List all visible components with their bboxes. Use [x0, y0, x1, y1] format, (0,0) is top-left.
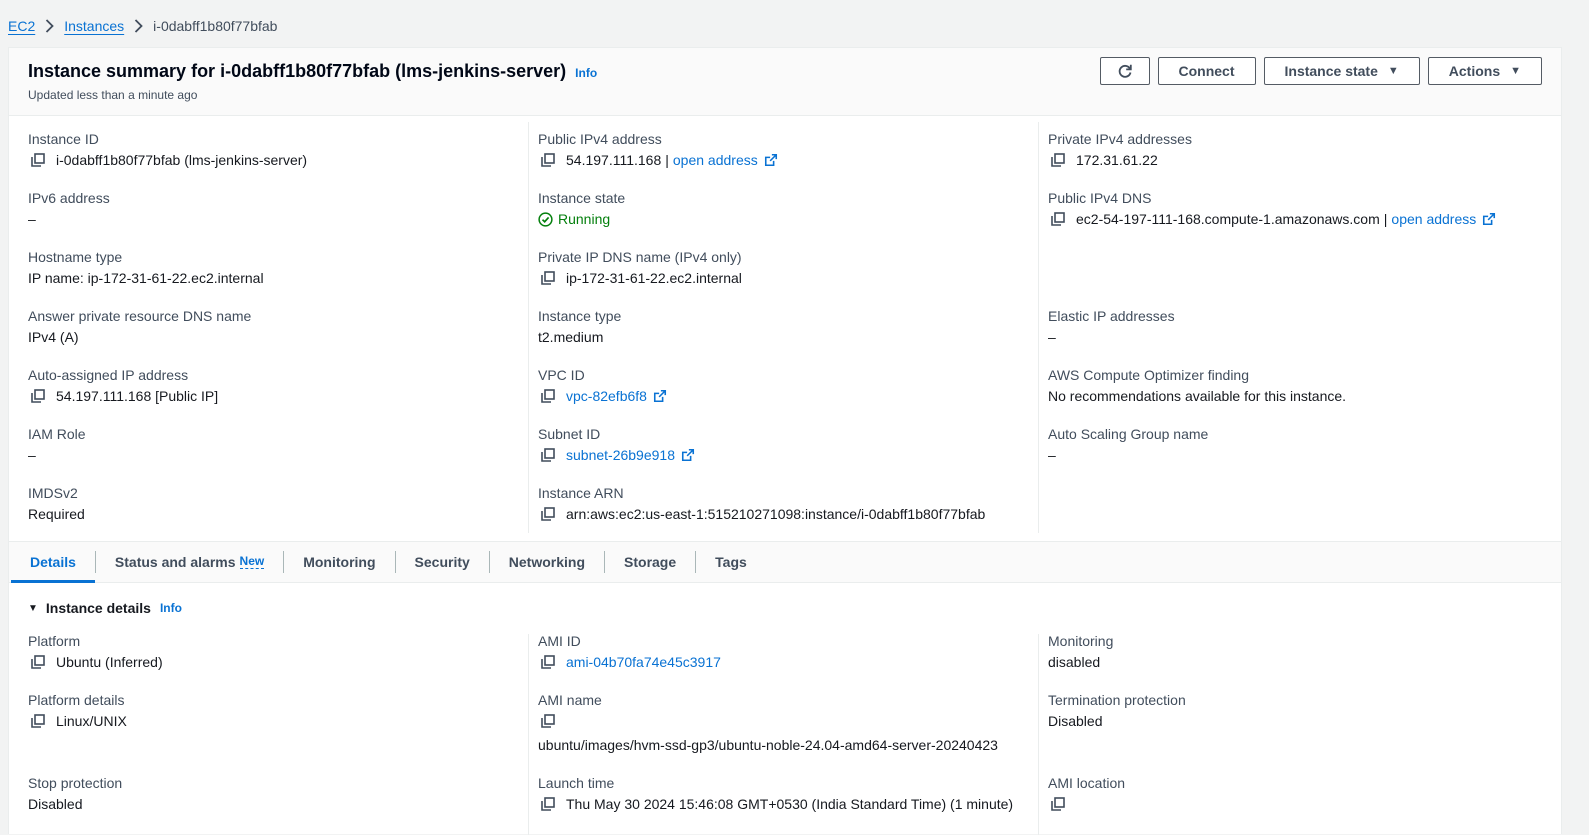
field-launch-time: Launch time Thu May 30 2024 15:46:08 GMT… [538, 775, 1014, 812]
open-address-link[interactable]: open address [1391, 211, 1476, 227]
field-ami-id: AMI ID ami-04b70fa74e45c3917 [538, 633, 721, 670]
field-instance-state: Instance state Running [538, 190, 626, 227]
column-divider [528, 122, 529, 533]
copy-icon[interactable] [1050, 796, 1066, 812]
field-optimizer: AWS Compute Optimizer finding No recomme… [1048, 367, 1347, 404]
copy-icon[interactable] [540, 713, 556, 729]
instance-state-label: Instance state [1284, 63, 1378, 79]
field-iam-role: IAM Role – [28, 426, 86, 463]
connect-label: Connect [1178, 63, 1235, 79]
copy-icon[interactable] [540, 796, 556, 812]
column-divider [528, 634, 529, 835]
tab-tags[interactable]: Tags [696, 542, 766, 582]
caret-down-icon: ▼ [28, 602, 38, 614]
breadcrumb-instances-link[interactable]: Instances [64, 18, 124, 34]
copy-icon[interactable] [540, 654, 556, 670]
copy-icon[interactable] [540, 506, 556, 522]
refresh-icon [1118, 64, 1132, 78]
actions-button[interactable]: Actions ▼ [1427, 57, 1542, 85]
detail-tabs: Details Status and alarms New Monitoring … [9, 541, 1561, 583]
field-elastic-ip: Elastic IP addresses – [1048, 308, 1175, 345]
updated-status: Updated less than a minute ago [28, 88, 198, 102]
column-divider [1038, 634, 1039, 835]
field-ami-name: AMI name ubuntu/images/hvm-ssd-gp3/ubunt… [538, 692, 998, 753]
summary-header: Instance summary for i-0dabff1b80f77bfab… [9, 48, 1561, 116]
field-instance-arn: Instance ARN arn:aws:ec2:us-east-1:51521… [538, 485, 986, 522]
copy-icon[interactable] [1050, 152, 1066, 168]
open-address-link[interactable]: open address [673, 152, 758, 168]
field-private-ipv4: Private IPv4 addresses 172.31.61.22 [1048, 131, 1192, 168]
tab-networking[interactable]: Networking [490, 542, 604, 582]
header-actions: Connect Instance state ▼ Actions ▼ [1099, 57, 1542, 85]
field-platform: Platform Ubuntu (Inferred) [28, 633, 163, 670]
tab-monitoring[interactable]: Monitoring [284, 542, 394, 582]
copy-icon[interactable] [540, 388, 556, 404]
breadcrumb: EC2 Instances i-0dabff1b80f77bfab [8, 16, 277, 36]
connect-button[interactable]: Connect [1157, 57, 1256, 85]
copy-icon[interactable] [1050, 211, 1066, 227]
vpc-id-link[interactable]: vpc-82efb6f8 [566, 388, 647, 404]
field-private-dns: Private IP DNS name (IPv4 only) ip-172-3… [538, 249, 742, 286]
subnet-id-link[interactable]: subnet-26b9e918 [566, 447, 675, 463]
field-platform-details: Platform details Linux/UNIX [28, 692, 127, 729]
field-stop-protection: Stop protection Disabled [28, 775, 123, 812]
field-ipv6: IPv6 address – [28, 190, 110, 227]
field-subnet-id: Subnet ID subnet-26b9e918 [538, 426, 695, 463]
chevron-right-icon [134, 19, 143, 33]
field-instance-type: Instance type t2.medium [538, 308, 622, 345]
tab-status-and-alarms[interactable]: Status and alarms New [96, 542, 283, 582]
instance-details-heading: Instance details [45, 600, 151, 616]
refresh-button[interactable] [1099, 57, 1150, 85]
external-link-icon[interactable] [681, 448, 695, 462]
details-info-link[interactable]: Info [160, 601, 182, 615]
ami-id-link[interactable]: ami-04b70fa74e45c3917 [566, 654, 721, 670]
external-link-icon[interactable] [653, 389, 667, 403]
copy-icon[interactable] [30, 713, 46, 729]
field-public-ipv4: Public IPv4 address 54.197.111.168 | open … [538, 131, 778, 168]
external-link-icon[interactable] [1482, 212, 1496, 226]
external-link-icon[interactable] [764, 153, 778, 167]
chevron-right-icon [45, 19, 55, 33]
field-answer-dns: Answer private resource DNS name IPv4 (A… [28, 308, 252, 345]
breadcrumb-current: i-0dabff1b80f77bfab [153, 18, 278, 34]
check-circle-icon [538, 211, 553, 227]
tab-details[interactable]: Details [11, 542, 95, 583]
column-divider [1038, 122, 1039, 533]
instance-state-button[interactable]: Instance state ▼ [1263, 57, 1420, 85]
new-badge: New [239, 554, 265, 569]
status-badge: Running [538, 211, 610, 227]
breadcrumb-ec2-link[interactable]: EC2 [8, 18, 35, 34]
tab-storage[interactable]: Storage [605, 542, 695, 582]
field-instance-id: Instance ID i-0dabff1b80f77bfab (lms-jen… [28, 131, 308, 168]
copy-icon[interactable] [30, 388, 46, 404]
copy-icon[interactable] [30, 152, 46, 168]
copy-icon[interactable] [540, 270, 556, 286]
copy-icon[interactable] [540, 152, 556, 168]
instance-summary-panel: Instance summary for i-0dabff1b80f77bfab… [8, 47, 1562, 835]
summary-info-link[interactable]: Info [575, 66, 597, 80]
field-imdsv2: IMDSv2 Required [28, 485, 85, 522]
caret-down-icon: ▼ [1510, 65, 1521, 77]
field-auto-ip: Auto-assigned IP address 54.197.111.168 … [28, 367, 219, 404]
copy-icon[interactable] [540, 447, 556, 463]
page-title: Instance summary for i-0dabff1b80f77bfab… [28, 61, 597, 82]
summary-title-text: Instance summary for i-0dabff1b80f77bfab… [28, 61, 567, 81]
actions-label: Actions [1448, 63, 1501, 79]
field-monitoring: Monitoring disabled [1048, 633, 1114, 670]
instance-details-toggle[interactable]: ▼ Instance details Info [28, 600, 182, 616]
copy-icon[interactable] [30, 654, 46, 670]
field-ami-location: AMI location [1048, 775, 1125, 812]
tab-security[interactable]: Security [396, 542, 489, 582]
field-hostname-type: Hostname type IP name: ip-172-31-61-22.e… [28, 249, 264, 286]
field-asg-name: Auto Scaling Group name – [1048, 426, 1209, 463]
field-public-dns: Public IPv4 DNS ec2-54-197-111-168.compu… [1048, 190, 1496, 227]
caret-down-icon: ▼ [1387, 65, 1399, 77]
field-vpc-id: VPC ID vpc-82efb6f8 [538, 367, 667, 404]
field-termination-protection: Termination protection Disabled [1048, 692, 1186, 729]
